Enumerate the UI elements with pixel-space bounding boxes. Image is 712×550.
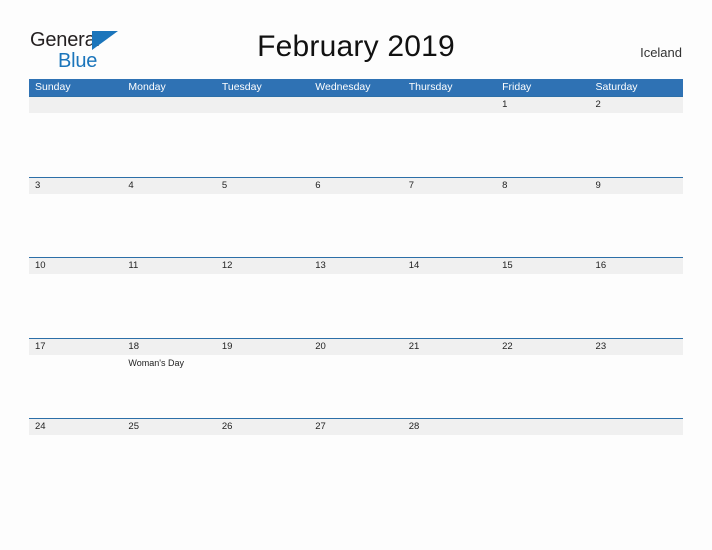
weekday-saturday: Saturday: [595, 81, 638, 93]
day-number[interactable]: 10: [29, 258, 122, 274]
weekday-tuesday: Tuesday: [221, 81, 262, 93]
day-number[interactable]: 14: [403, 258, 496, 274]
day-cell[interactable]: Woman's Day: [122, 355, 215, 418]
day-cell[interactable]: [496, 355, 589, 418]
day-cell[interactable]: [403, 355, 496, 418]
day-number[interactable]: 1: [496, 97, 589, 113]
day-cell[interactable]: [590, 113, 683, 176]
day-cell[interactable]: [403, 274, 496, 337]
week-row: 10 11 12 13 14 15 16: [29, 257, 683, 338]
day-number[interactable]: 16: [590, 258, 683, 274]
day-number[interactable]: [590, 419, 683, 435]
day-cell[interactable]: [122, 194, 215, 257]
week-row: 17 18 19 20 21 22 23 Woman's Day: [29, 337, 683, 419]
day-number[interactable]: [216, 97, 309, 113]
day-number[interactable]: [309, 97, 402, 113]
week-daynumber-band: 10 11 12 13 14 15 16: [29, 258, 683, 274]
country-label: Iceland: [640, 45, 682, 60]
day-cell[interactable]: [29, 435, 122, 498]
day-cell[interactable]: [403, 435, 496, 498]
day-number[interactable]: 17: [29, 339, 122, 355]
day-number[interactable]: 7: [403, 178, 496, 194]
day-cell[interactable]: [216, 274, 309, 337]
day-cell[interactable]: [309, 194, 402, 257]
page-title: February 2019: [257, 30, 455, 63]
week-events-band: [29, 193, 683, 257]
day-number[interactable]: [122, 97, 215, 113]
week-row: 1 2: [29, 96, 683, 177]
day-cell[interactable]: [309, 435, 402, 498]
day-number[interactable]: 2: [590, 97, 683, 113]
weekday-wednesday: Wednesday: [315, 81, 371, 93]
day-number[interactable]: 3: [29, 178, 122, 194]
day-number[interactable]: 12: [216, 258, 309, 274]
day-cell[interactable]: [590, 274, 683, 337]
day-number[interactable]: 11: [122, 258, 215, 274]
day-number[interactable]: 4: [122, 178, 215, 194]
day-cell[interactable]: [309, 274, 402, 337]
day-cell[interactable]: [309, 355, 402, 418]
day-cell[interactable]: [29, 194, 122, 257]
day-number[interactable]: 22: [496, 339, 589, 355]
day-cell[interactable]: [122, 274, 215, 337]
day-cell[interactable]: [29, 274, 122, 337]
week-events-band: [29, 274, 683, 337]
calendar-page: General Blue February 2019 Iceland Sunda…: [0, 0, 712, 550]
day-cell[interactable]: [29, 113, 122, 176]
day-number[interactable]: 6: [309, 178, 402, 194]
day-number[interactable]: [29, 97, 122, 113]
weekday-sunday: Sunday: [35, 81, 71, 93]
day-cell[interactable]: [216, 194, 309, 257]
day-number[interactable]: 23: [590, 339, 683, 355]
week-daynumber-band: 1 2: [29, 97, 683, 113]
day-number[interactable]: 27: [309, 419, 402, 435]
day-number[interactable]: 18: [122, 339, 215, 355]
week-events-band: [29, 113, 683, 176]
day-cell[interactable]: [216, 113, 309, 176]
day-number[interactable]: 19: [216, 339, 309, 355]
weekday-monday: Monday: [128, 81, 166, 93]
day-number[interactable]: 25: [122, 419, 215, 435]
day-number[interactable]: 13: [309, 258, 402, 274]
weekday-thursday: Thursday: [408, 81, 453, 93]
day-number[interactable]: 8: [496, 178, 589, 194]
day-number[interactable]: 5: [216, 178, 309, 194]
day-cell[interactable]: [403, 194, 496, 257]
day-cell[interactable]: [590, 355, 683, 418]
day-cell[interactable]: [216, 435, 309, 498]
day-number[interactable]: 24: [29, 419, 122, 435]
day-number[interactable]: 26: [216, 419, 309, 435]
day-cell[interactable]: [403, 113, 496, 176]
day-cell[interactable]: [29, 355, 122, 418]
day-cell[interactable]: [590, 435, 683, 498]
week-daynumber-band: 24 25 26 27 28: [29, 419, 683, 435]
week-events-band: [29, 435, 683, 498]
day-cell[interactable]: [496, 194, 589, 257]
day-cell[interactable]: [496, 113, 589, 176]
day-number[interactable]: 28: [403, 419, 496, 435]
day-number[interactable]: [403, 97, 496, 113]
week-daynumber-band: 17 18 19 20 21 22 23: [29, 338, 683, 355]
week-daynumber-band: 3 4 5 6 7 8 9: [29, 177, 683, 194]
page-header: General Blue February 2019 Iceland: [0, 0, 712, 78]
day-cell[interactable]: [216, 355, 309, 418]
day-cell[interactable]: [496, 274, 589, 337]
day-cell[interactable]: [122, 113, 215, 176]
day-number[interactable]: 9: [590, 178, 683, 194]
week-events-band: Woman's Day: [29, 354, 683, 418]
day-cell[interactable]: [309, 113, 402, 176]
day-cell[interactable]: [496, 435, 589, 498]
day-number[interactable]: [496, 419, 589, 435]
week-row: 24 25 26 27 28: [29, 418, 683, 499]
weekday-header-row: Sunday Monday Tuesday Wednesday Thursday…: [29, 79, 683, 96]
day-event: Woman's Day: [128, 357, 184, 368]
calendar-grid: Sunday Monday Tuesday Wednesday Thursday…: [29, 79, 683, 499]
week-row: 3 4 5 6 7 8 9: [29, 176, 683, 258]
day-number[interactable]: 20: [309, 339, 402, 355]
day-cell[interactable]: [590, 194, 683, 257]
day-cell[interactable]: [122, 435, 215, 498]
day-number[interactable]: 15: [496, 258, 589, 274]
weekday-friday: Friday: [502, 81, 532, 93]
day-number[interactable]: 21: [403, 339, 496, 355]
